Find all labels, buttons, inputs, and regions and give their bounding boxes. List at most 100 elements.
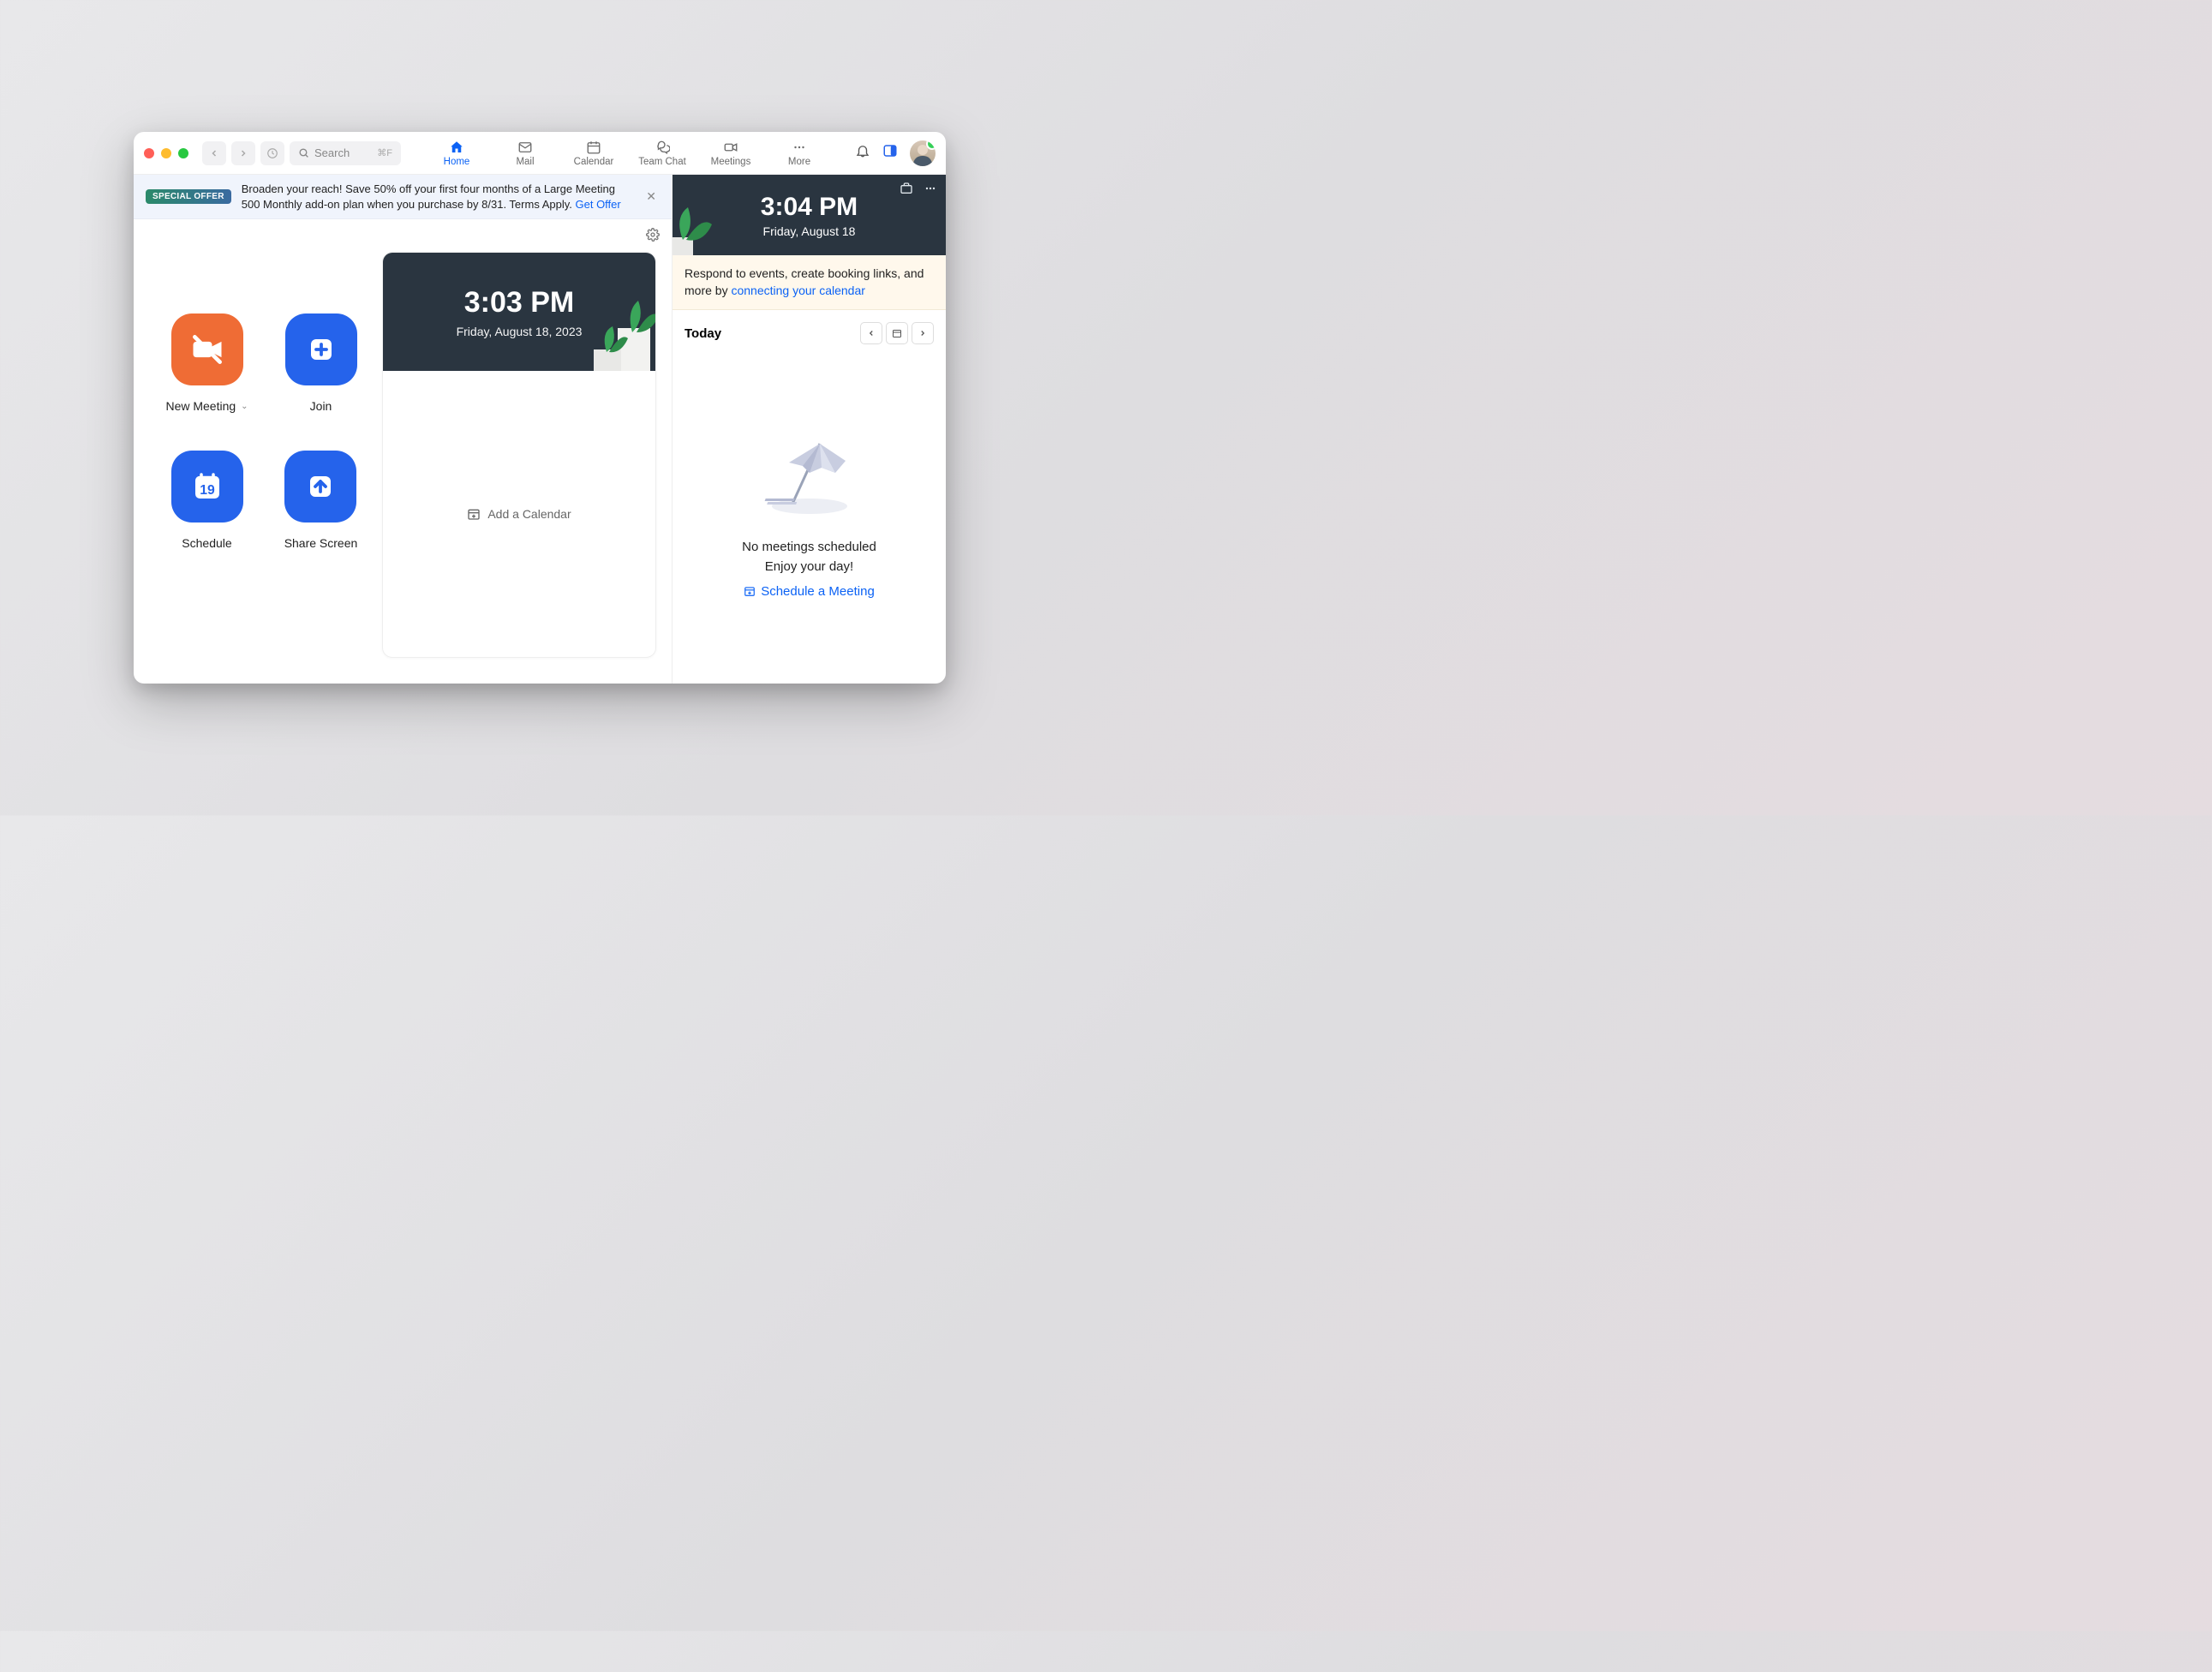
upload-icon (305, 471, 336, 502)
window-close[interactable] (144, 148, 154, 158)
next-day-button[interactable] (912, 322, 934, 344)
schedule-meeting-label: Schedule a Meeting (761, 584, 875, 599)
sidebar-more-button[interactable] (924, 182, 937, 200)
today-button[interactable] (886, 322, 908, 344)
promo-badge: SPECIAL OFFER (146, 189, 231, 204)
calendar-plus-icon (467, 507, 481, 521)
plant-illustration (568, 285, 655, 371)
titlebar-right (855, 140, 936, 166)
home-icon (449, 140, 464, 155)
search-icon (298, 147, 309, 158)
search-placeholder: Search (314, 146, 350, 159)
tile-label: Join (310, 399, 332, 413)
panel-toggle-button[interactable] (882, 143, 898, 163)
more-icon (924, 182, 937, 195)
add-calendar-label: Add a Calendar (487, 507, 571, 521)
chat-icon (655, 140, 670, 155)
tab-home[interactable]: Home (422, 140, 491, 167)
connect-calendar-link[interactable]: connecting your calendar (731, 284, 864, 297)
tile-label: New Meeting (165, 399, 236, 413)
settings-button[interactable] (646, 228, 660, 246)
titlebar: Search ⌘F Home Mail Calendar Team Chat (134, 132, 946, 175)
window-minimize[interactable] (161, 148, 171, 158)
join-tile[interactable]: Join (285, 314, 357, 413)
promo-link[interactable]: Get Offer (576, 198, 621, 211)
action-tiles: New Meeting ⌄ Join (134, 219, 382, 684)
video-off-icon (188, 331, 226, 368)
window-zoom[interactable] (178, 148, 188, 158)
share-screen-tile[interactable]: Share Screen (284, 451, 358, 550)
app-window: Search ⌘F Home Mail Calendar Team Chat (134, 132, 946, 684)
center-card-wrap: 3:03 PM Friday, August 18, 2023 (382, 219, 672, 684)
share-icon-bg (284, 451, 356, 522)
gear-icon (646, 228, 660, 242)
tile-label: Schedule (182, 536, 231, 550)
more-icon (792, 140, 807, 155)
promo-close-button[interactable]: ✕ (643, 186, 660, 207)
clock-hero: 3:03 PM Friday, August 18, 2023 (383, 253, 655, 371)
tab-more[interactable]: More (765, 140, 834, 167)
tab-label: Mail (516, 157, 534, 167)
umbrella-illustration (758, 425, 861, 519)
tab-label: Team Chat (638, 157, 686, 167)
tab-team-chat[interactable]: Team Chat (628, 140, 696, 167)
chevron-right-icon (918, 329, 927, 337)
video-icon (723, 140, 738, 155)
notifications-button[interactable] (855, 143, 870, 163)
schedule-meeting-link[interactable]: Schedule a Meeting (744, 584, 875, 599)
plus-icon (306, 334, 337, 365)
sidebar: 3:04 PM Friday, August 18 Respond to eve… (672, 175, 946, 684)
join-icon-bg (285, 314, 357, 385)
mail-icon (517, 140, 533, 155)
schedule-tile[interactable]: 19 Schedule (171, 451, 243, 550)
avatar[interactable] (910, 140, 936, 166)
today-label: Today (685, 326, 721, 341)
bell-icon (855, 143, 870, 158)
new-meeting-icon-bg (171, 314, 243, 385)
chevron-down-icon[interactable]: ⌄ (241, 402, 248, 411)
calendar-day-icon: 19 (189, 469, 225, 505)
search-input[interactable]: Search ⌘F (290, 141, 401, 165)
clock-card: 3:03 PM Friday, August 18, 2023 (382, 252, 656, 658)
tab-mail[interactable]: Mail (491, 140, 559, 167)
search-shortcut: ⌘F (377, 147, 392, 158)
briefcase-icon (900, 182, 913, 195)
connect-calendar-banner: Respond to events, create booking links,… (673, 255, 946, 310)
promo-banner: SPECIAL OFFER Broaden your reach! Save 5… (134, 175, 672, 219)
calendar-icon (586, 140, 601, 155)
clock-date: Friday, August 18, 2023 (457, 325, 583, 338)
empty-state: No meetings scheduled Enjoy your day! Sc… (673, 356, 946, 684)
empty-line-1: No meetings scheduled (742, 540, 876, 554)
nav-forward-button[interactable] (231, 141, 255, 165)
svg-text:19: 19 (200, 483, 215, 498)
sidebar-time: 3:04 PM (761, 193, 858, 222)
new-meeting-tile[interactable]: New Meeting ⌄ (165, 314, 248, 413)
prev-day-button[interactable] (860, 322, 882, 344)
calendar-plus-icon (744, 585, 756, 597)
nav-back-button[interactable] (202, 141, 226, 165)
promo-text: Broaden your reach! Save 50% off your fi… (242, 182, 633, 212)
body: SPECIAL OFFER Broaden your reach! Save 5… (134, 175, 946, 684)
sidebar-briefcase-button[interactable] (900, 182, 913, 200)
tab-label: Home (444, 157, 470, 167)
day-nav (860, 322, 934, 344)
clock-time: 3:03 PM (464, 286, 575, 319)
chevron-left-icon (867, 329, 876, 337)
tab-calendar[interactable]: Calendar (559, 140, 628, 167)
panel-icon (882, 143, 898, 158)
history-button[interactable] (260, 141, 284, 165)
add-calendar-button[interactable]: Add a Calendar (383, 371, 655, 657)
content: New Meeting ⌄ Join (134, 219, 672, 684)
schedule-icon-bg: 19 (171, 451, 243, 522)
empty-line-2: Enjoy your day! (765, 559, 853, 574)
sidebar-date: Friday, August 18 (763, 224, 856, 238)
traffic-lights (144, 148, 188, 158)
calendar-icon (892, 328, 902, 338)
tab-label: Meetings (711, 157, 751, 167)
main-area: SPECIAL OFFER Broaden your reach! Save 5… (134, 175, 672, 684)
tab-meetings[interactable]: Meetings (696, 140, 765, 167)
tab-label: Calendar (574, 157, 614, 167)
tile-label: Share Screen (284, 536, 358, 550)
today-header: Today (673, 310, 946, 356)
tab-label: More (788, 157, 810, 167)
